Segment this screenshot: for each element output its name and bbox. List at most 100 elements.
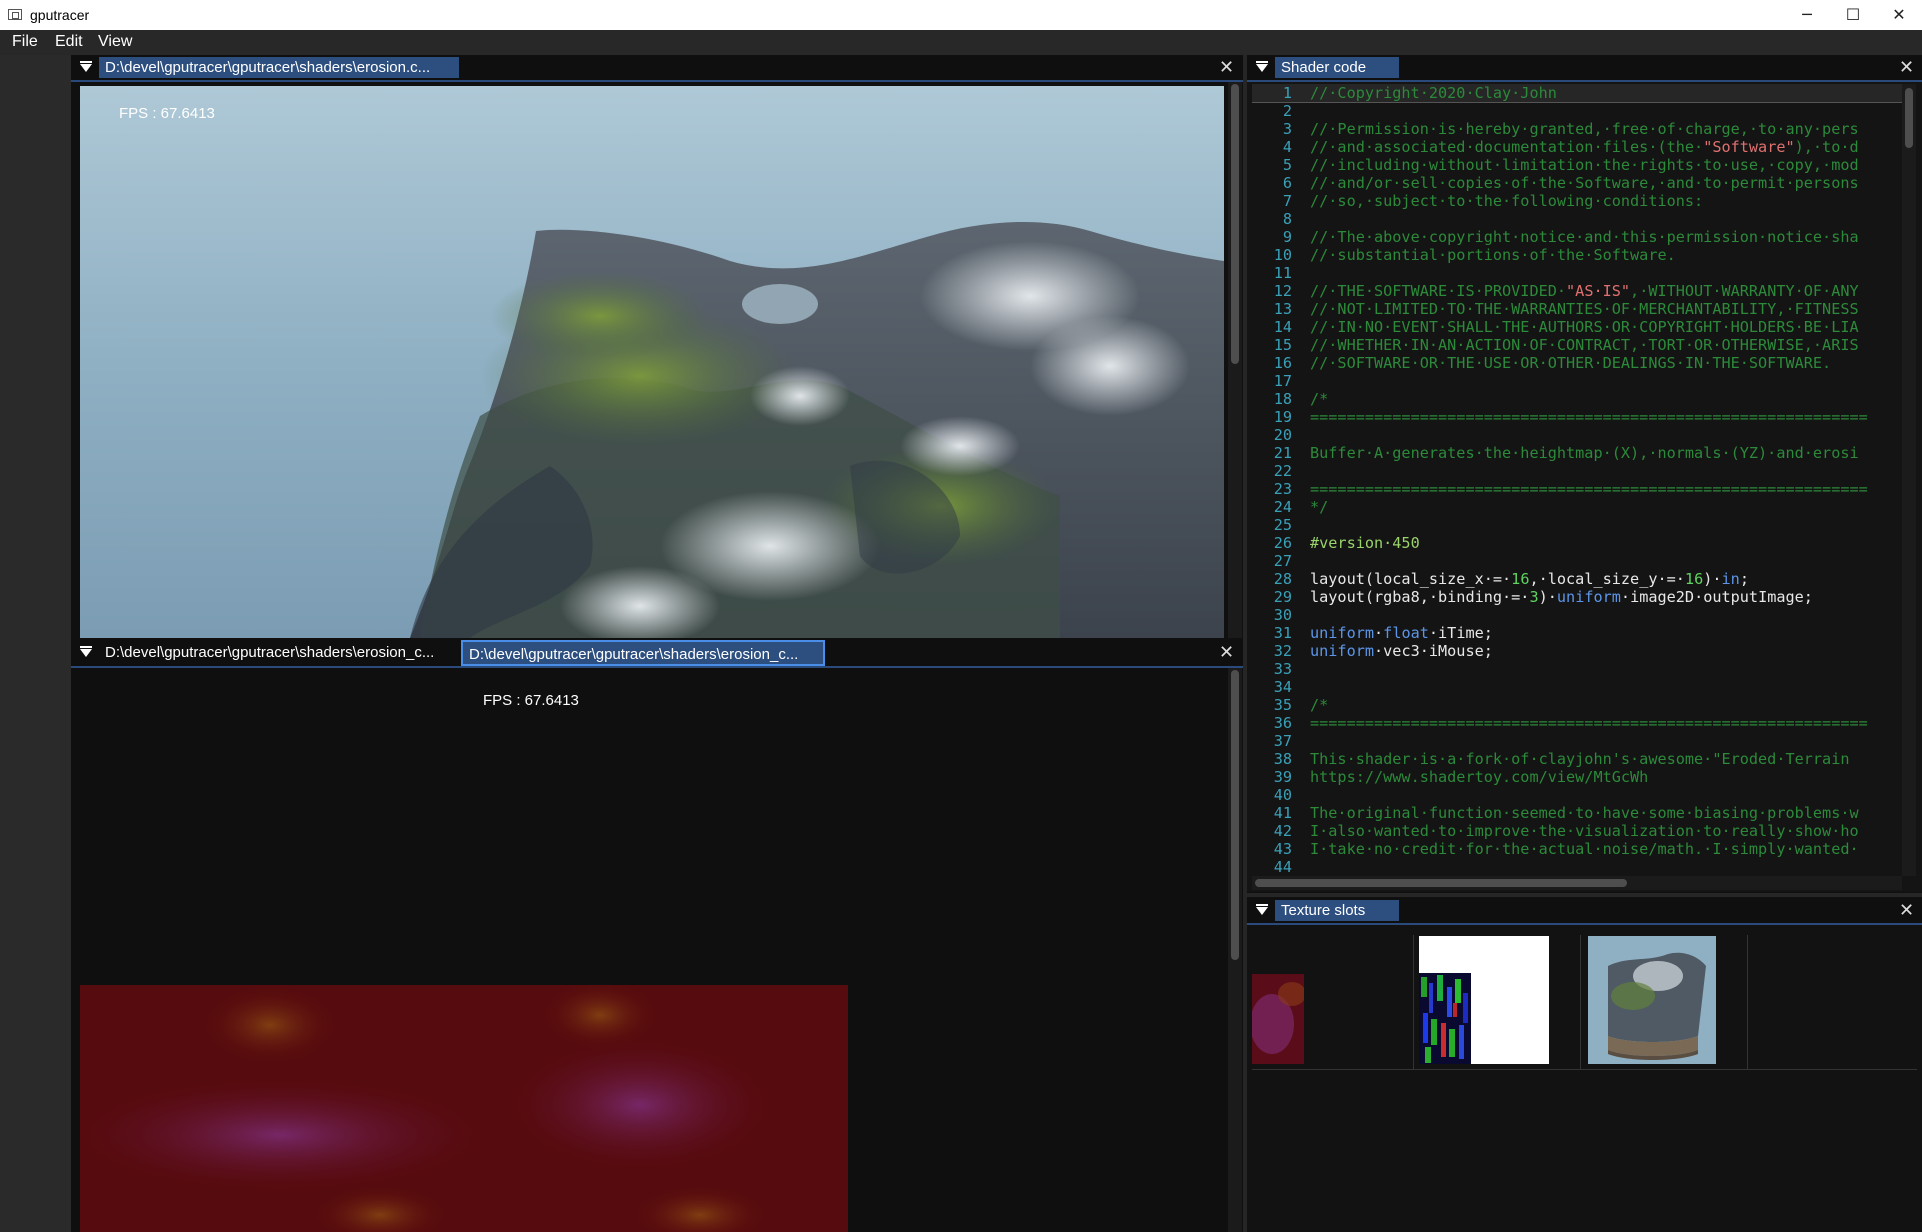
scrollbar-thumb[interactable] xyxy=(1231,670,1239,960)
texture-slot-2[interactable] xyxy=(1419,936,1549,1064)
maximize-button[interactable]: ☐ xyxy=(1830,0,1876,30)
shader-code-editor[interactable]: 1 //·Copyright·2020·Clay·John 2 3 //·Permiss… xyxy=(1252,84,1902,876)
code-line[interactable]: 43 I·take·no·credit·for·the·actual·noise/… xyxy=(1252,840,1902,858)
code-line[interactable]: 22 xyxy=(1252,462,1902,480)
code-line[interactable]: 23 ======================================… xyxy=(1252,480,1902,498)
code-line[interactable]: 30 xyxy=(1252,606,1902,624)
code-hscrollbar[interactable] xyxy=(1252,876,1902,890)
code-line[interactable]: 40 xyxy=(1252,786,1902,804)
dock-menu-icon[interactable] xyxy=(1256,904,1268,915)
bottom-viewport-scrollbar[interactable] xyxy=(1228,668,1242,1232)
line-number: 30 xyxy=(1273,606,1292,624)
tab-shader-code[interactable]: Shader code xyxy=(1275,57,1399,78)
code-line[interactable]: 5 //·including·without·limitation·the·rig… xyxy=(1252,156,1902,174)
line-number: 19 xyxy=(1273,408,1292,426)
code-line[interactable]: 33 xyxy=(1252,660,1902,678)
dock-menu-icon[interactable] xyxy=(80,61,92,72)
close-window-button[interactable]: ✕ xyxy=(1876,0,1922,30)
code-line[interactable]: 17 xyxy=(1252,372,1902,390)
menu-edit[interactable]: Edit xyxy=(55,33,83,51)
code-text: //·so,·subject·to·the·following·conditio… xyxy=(1310,192,1704,210)
tab-erosion-viewport[interactable]: D:\devel\gputracer\gputracer\shaders\ero… xyxy=(99,57,459,78)
close-icon[interactable]: ✕ xyxy=(1899,900,1914,921)
top-viewport-scrollbar[interactable] xyxy=(1228,82,1242,638)
code-line[interactable]: 39 https://www.shadertoy.com/view/MtGcWh xyxy=(1252,768,1902,786)
line-number: 6 xyxy=(1282,174,1292,192)
code-line[interactable]: 25 xyxy=(1252,516,1902,534)
code-text: //·WHETHER·IN·AN·ACTION·OF·CONTRACT,·TOR… xyxy=(1310,336,1859,354)
dock-menu-icon[interactable] xyxy=(80,646,92,657)
scrollbar-thumb[interactable] xyxy=(1905,88,1913,148)
code-text: //·SOFTWARE·OR·THE·USE·OR·OTHER·DEALINGS… xyxy=(1310,354,1832,372)
code-text: #version·450 xyxy=(1310,534,1420,552)
code-line[interactable]: 37 xyxy=(1252,732,1902,750)
code-line[interactable]: 11 xyxy=(1252,264,1902,282)
code-line[interactable]: 1 //·Copyright·2020·Clay·John xyxy=(1252,84,1902,103)
dock-menu-icon[interactable] xyxy=(1256,61,1268,72)
code-line[interactable]: 38 This·shader·is·a·fork·of·clayjohn's·aw… xyxy=(1252,750,1902,768)
tab-texture-slots[interactable]: Texture slots xyxy=(1275,900,1399,921)
code-line[interactable]: 19 ======================================… xyxy=(1252,408,1902,426)
code-line[interactable]: 35 /* xyxy=(1252,696,1902,714)
code-line[interactable]: 6 //·and/or·sell·copies·of·the·Software,·… xyxy=(1252,174,1902,192)
code-vscrollbar[interactable] xyxy=(1902,84,1916,876)
code-line[interactable]: 13 //·NOT·LIMITED·TO·THE·WARRANTIES·OF·ME… xyxy=(1252,300,1902,318)
code-line[interactable]: 44 xyxy=(1252,858,1902,876)
code-line[interactable]: 16 //·SOFTWARE·OR·THE·USE·OR·OTHER·DEALIN… xyxy=(1252,354,1902,372)
line-number: 8 xyxy=(1282,210,1292,228)
top-viewport-tabbar: D:\devel\gputracer\gputracer\shaders\ero… xyxy=(71,55,1243,82)
code-text: layout(rgba8,·binding·=·3)·uniform·image… xyxy=(1310,588,1813,606)
line-number: 39 xyxy=(1273,768,1292,786)
scrollbar-thumb[interactable] xyxy=(1231,84,1239,364)
code-line[interactable]: 34 xyxy=(1252,678,1902,696)
code-line[interactable]: 4 //·and·associated·documentation·files·(… xyxy=(1252,138,1902,156)
code-line[interactable]: 24 */ xyxy=(1252,498,1902,516)
line-number: 7 xyxy=(1282,192,1292,210)
code-line[interactable]: 31 uniform·float·iTime; xyxy=(1252,624,1902,642)
menu-view[interactable]: View xyxy=(98,33,132,51)
code-line[interactable]: 10 //·substantial·portions·of·the·Softwar… xyxy=(1252,246,1902,264)
line-number: 32 xyxy=(1273,642,1292,660)
terrain-render-view[interactable]: FPS : 67.6413 xyxy=(80,86,1224,638)
code-line[interactable]: 41 The·original·function·seemed·to·have·s… xyxy=(1252,804,1902,822)
code-text: ========================================… xyxy=(1310,408,1868,426)
code-text: uniform·vec3·iMouse; xyxy=(1310,642,1493,660)
code-line[interactable]: 18 /* xyxy=(1252,390,1902,408)
code-line[interactable]: 20 xyxy=(1252,426,1902,444)
code-line[interactable]: 42 I·also·wanted·to·improve·the·visualiza… xyxy=(1252,822,1902,840)
line-number: 31 xyxy=(1273,624,1292,642)
code-line[interactable]: 3 //·Permission·is·hereby·granted,·free·o… xyxy=(1252,120,1902,138)
code-line[interactable]: 36 ======================================… xyxy=(1252,714,1902,732)
code-line[interactable]: 29 layout(rgba8,·binding·=·3)·uniform·ima… xyxy=(1252,588,1902,606)
code-line[interactable]: 21 Buffer·A·generates·the·heightmap·(X),·… xyxy=(1252,444,1902,462)
code-text: ========================================… xyxy=(1310,480,1868,498)
code-line[interactable]: 2 xyxy=(1252,102,1902,120)
tab-erosion-c-1[interactable]: D:\devel\gputracer\gputracer\shaders\ero… xyxy=(99,642,459,663)
close-icon[interactable]: ✕ xyxy=(1219,57,1234,78)
code-line[interactable]: 27 xyxy=(1252,552,1902,570)
line-number: 4 xyxy=(1282,138,1292,156)
code-line[interactable]: 9 //·The·above·copyright·notice·and·this·… xyxy=(1252,228,1902,246)
close-icon[interactable]: ✕ xyxy=(1219,642,1234,663)
code-line[interactable]: 15 //·WHETHER·IN·AN·ACTION·OF·CONTRACT,·T… xyxy=(1252,336,1902,354)
pane-splitter[interactable] xyxy=(1247,893,1922,897)
menu-file[interactable]: File xyxy=(12,33,38,51)
code-text: //·The·above·copyright·notice·and·this·p… xyxy=(1310,228,1859,246)
scrollbar-thumb[interactable] xyxy=(1255,879,1627,887)
minimize-button[interactable]: ─ xyxy=(1784,0,1830,30)
code-line[interactable]: 32 uniform·vec3·iMouse; xyxy=(1252,642,1902,660)
code-text: I·take·no·credit·for·the·actual·noise/ma… xyxy=(1310,840,1859,858)
code-line[interactable]: 7 //·so,·subject·to·the·following·conditi… xyxy=(1252,192,1902,210)
texture-slot-1[interactable] xyxy=(1252,974,1304,1064)
line-number: 37 xyxy=(1273,732,1292,750)
code-line[interactable]: 12 //·THE·SOFTWARE·IS·PROVIDED·"AS·IS",·W… xyxy=(1252,282,1902,300)
tab-erosion-c-2[interactable]: D:\devel\gputracer\gputracer\shaders\ero… xyxy=(461,640,825,666)
texture-slot-3[interactable] xyxy=(1588,936,1716,1064)
close-icon[interactable]: ✕ xyxy=(1899,57,1914,78)
code-line[interactable]: 8 xyxy=(1252,210,1902,228)
code-line[interactable]: 28 layout(local_size_x·=·16,·local_size_y… xyxy=(1252,570,1902,588)
code-line[interactable]: 26 #version·450 xyxy=(1252,534,1902,552)
line-number: 23 xyxy=(1273,480,1292,498)
code-line[interactable]: 14 //·IN·NO·EVENT·SHALL·THE·AUTHORS·OR·CO… xyxy=(1252,318,1902,336)
line-number: 28 xyxy=(1273,570,1292,588)
